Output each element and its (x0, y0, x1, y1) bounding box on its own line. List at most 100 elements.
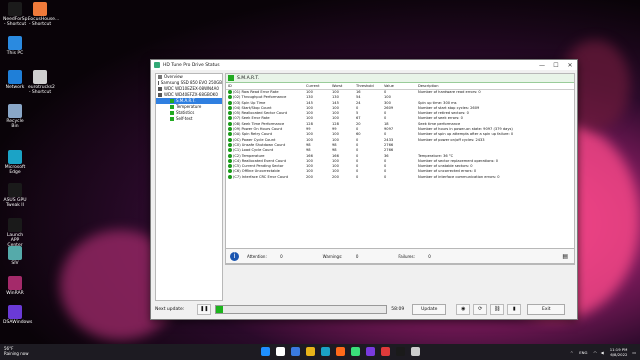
desktop-icon[interactable]: Network (3, 70, 27, 90)
cell-text: 100 (306, 105, 313, 110)
cell-text: 100 (306, 137, 313, 142)
cell-text: (04) Start/Stop Count (233, 105, 272, 110)
exit-button[interactable]: Exit (527, 303, 566, 315)
maximize-button[interactable]: ☐ (549, 62, 563, 69)
desktop-icon-image (8, 150, 22, 164)
desktop-icon[interactable]: FocusHouse... - Shortcut (28, 2, 59, 27)
desktop-icon[interactable]: SIV (3, 246, 27, 266)
desktop-icon[interactable]: NeedForSp... - Shortcut (3, 2, 32, 27)
status-ok-icon (228, 100, 232, 105)
cell-text: Number of seek errors: 0 (418, 116, 463, 121)
cell-text: 100 (306, 116, 313, 121)
save-icon[interactable]: ▤ (562, 253, 568, 260)
taskbar-app-icon[interactable] (366, 347, 375, 356)
cell-text: Number of spin up attempts after a spin … (418, 132, 514, 137)
taskbar-app-icon[interactable] (411, 347, 420, 356)
desktop-icon-image (8, 246, 22, 260)
desktop-icon[interactable]: WinRAR (3, 276, 27, 296)
table-cell: 0 (354, 175, 382, 180)
tree-item-icon (170, 105, 174, 109)
desktop-icon-image (8, 218, 22, 232)
cell-text: Number of hours in power-on state: 9097 … (418, 127, 513, 132)
cell-text: Number of start stop cycles: 2609 (418, 105, 480, 110)
desktop-icon[interactable]: Launch APP Center (3, 218, 27, 248)
desktop-icon[interactable]: Recycle Bin (3, 104, 27, 129)
table-row[interactable]: (C7) Interface CRC Error Count 200 200 0 0 Nu… (226, 174, 574, 180)
status-ok-icon (228, 137, 232, 142)
weather-widget[interactable]: 56°F Raining now (4, 346, 29, 356)
hdtune-window: HD Tune Pro Drive Status — ☐ ✕ Overview S… (150, 59, 578, 320)
update-progress-bar (215, 304, 388, 314)
taskbar-app-icon[interactable] (336, 347, 345, 356)
desktop-icon[interactable]: DSAWindows (3, 305, 32, 325)
refresh-icon[interactable]: ⟳ (473, 303, 488, 315)
status-ok-icon (228, 90, 232, 94)
cell-text: (03) Spin Up Time (233, 100, 266, 105)
language-indicator[interactable]: ENG (579, 350, 587, 355)
taskbar-apps (258, 347, 423, 356)
status-ok-icon (228, 127, 232, 132)
cell-text: (C7) Interface CRC Error Count (233, 174, 289, 179)
status-ok-icon (228, 121, 232, 126)
status-ok-icon (228, 111, 232, 116)
volume-icon[interactable]: ◀ (601, 350, 604, 355)
cell-text: 166 (332, 153, 339, 158)
desktop-icon-image (33, 2, 47, 16)
desktop-icon-image (8, 104, 22, 118)
exit-door-icon[interactable]: ▮ (507, 303, 522, 315)
title-bar[interactable]: HD Tune Pro Drive Status — ☐ ✕ (151, 60, 577, 70)
pause-button[interactable]: ❚❚ (197, 303, 212, 315)
desktop-icon[interactable]: This PC (3, 36, 27, 56)
tree-item[interactable]: Self-test (156, 116, 222, 122)
camera-icon[interactable]: ◉ (456, 303, 471, 315)
taskbar-app-icon[interactable] (381, 347, 390, 356)
next-update-label: Next update: (155, 306, 185, 312)
cell-text: 100 (306, 164, 313, 169)
desktop-icon[interactable]: ASUS GPU Tweak II (3, 183, 27, 208)
taskbar-app-icon[interactable] (351, 347, 360, 356)
cell-text: 2433 (384, 137, 394, 142)
link-icon[interactable]: ⛓ (490, 303, 505, 315)
countdown-timer: 58:09 (391, 306, 405, 312)
cell-text: 128 (306, 121, 313, 126)
cell-text: 100 (306, 132, 313, 137)
cell-text: (08) Seek Time Performance (233, 121, 285, 126)
app-icon (154, 62, 160, 68)
notification-icon[interactable]: ▭ (632, 350, 636, 355)
taskbar-app-icon[interactable] (261, 347, 270, 356)
close-button[interactable]: ✕ (563, 62, 577, 69)
cell-text: 0 (356, 174, 359, 179)
update-button[interactable]: Update (412, 303, 447, 315)
smart-icon (228, 75, 234, 81)
taskbar-app-icon[interactable] (321, 347, 330, 356)
wifi-icon[interactable]: ◠ (593, 350, 596, 355)
cell-text: 100 (332, 169, 339, 174)
cell-text: (C4) Reallocated Event Count (233, 158, 287, 163)
status-ok-icon (228, 116, 232, 121)
desktop-icon-label: eurotrucks2 - Shortcut (28, 85, 55, 95)
cell-text: (01) Raw Read Error Rate (233, 90, 279, 94)
tree-item-icon (170, 111, 174, 115)
taskbar-app-icon[interactable] (396, 347, 405, 356)
cell-text: 300 (384, 100, 391, 105)
taskbar-app-icon[interactable] (291, 347, 300, 356)
cell-text: 100 (332, 90, 339, 94)
cell-text: 130 (332, 95, 339, 100)
cell-text: (C5) Current Pending Sector (233, 164, 284, 169)
minimize-button[interactable]: — (535, 62, 549, 69)
cell-text: Number of uncorrected errors: 0 (418, 169, 477, 174)
desktop-icon[interactable]: Microsoft Edge (3, 150, 27, 175)
failures-count: Failures: 0 (398, 253, 431, 259)
cell-text: 100 (332, 164, 339, 169)
desktop-icon[interactable]: eurotrucks2 - Shortcut (28, 70, 55, 95)
cell-text: 145 (332, 100, 339, 105)
tree-item-icon (170, 117, 174, 121)
tree-item-icon (158, 81, 159, 85)
tray-chevron-icon[interactable]: ^ (570, 350, 573, 355)
cell-text: 99 (306, 127, 311, 132)
desktop-icon-label: Microsoft Edge (4, 165, 26, 175)
clock[interactable]: 11:19 PM 6/8/2022 (610, 347, 628, 357)
taskbar-app-icon[interactable] (306, 347, 315, 356)
weather-text: Raining now (4, 351, 29, 356)
taskbar-app-icon[interactable] (276, 347, 285, 356)
